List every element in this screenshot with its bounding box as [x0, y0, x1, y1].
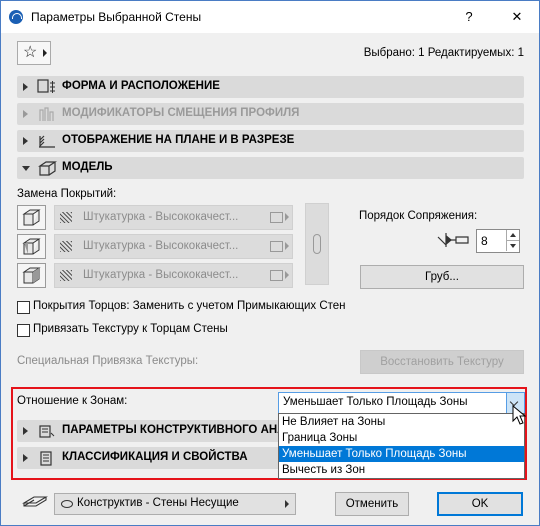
- junction-order-label: Порядок Сопряжения:: [359, 210, 478, 222]
- zone-option-selected[interactable]: Уменьшает Только Площадь Зоны: [279, 446, 524, 462]
- image-icon: [270, 212, 283, 223]
- panel-model[interactable]: МОДЕЛЬ: [17, 157, 524, 179]
- expand-arrow-icon: [23, 137, 28, 145]
- zone-option[interactable]: Не Влияет на Зоны: [279, 414, 524, 430]
- wall-side1-icon: [22, 209, 41, 226]
- zone-option[interactable]: Вычесть из Зон: [279, 462, 524, 478]
- wall-edge-icon: [22, 238, 41, 255]
- wall-side2-icon: [22, 267, 41, 284]
- custom-texture-label: Специальная Привязка Текстуры:: [17, 355, 199, 367]
- zone-option-label: Уменьшает Только Площадь Зоны: [282, 448, 467, 460]
- arrow-right-icon: [43, 49, 47, 57]
- chain-link-toggle[interactable]: [305, 203, 329, 285]
- zone-option[interactable]: Граница Зоны: [279, 430, 524, 446]
- panel-label: МОДЕЛЬ: [62, 161, 113, 173]
- stepper-up-icon[interactable]: [506, 230, 519, 241]
- surface-side1-button[interactable]: [17, 205, 46, 230]
- cancel-button[interactable]: Отменить: [335, 492, 409, 516]
- surface-side2-button[interactable]: [17, 263, 46, 288]
- eye-icon: [61, 500, 73, 508]
- restore-texture-button: Восстановить Текстуру: [360, 350, 524, 374]
- layer-value: Конструктив - Стены Несущие: [77, 497, 239, 509]
- surface-name: Штукатурка - Высококачест...: [83, 211, 239, 223]
- mouse-cursor-icon: [512, 405, 526, 425]
- stepper-down-icon[interactable]: [506, 241, 519, 251]
- surface-edge-picker[interactable]: Штукатурка - Высококачест...: [54, 234, 293, 259]
- zone-relation-dropdown: Не Влияет на Зоны Граница Зоны Уменьшает…: [278, 413, 525, 479]
- expand-arrow-icon: [23, 83, 28, 91]
- bind-texture-checkbox[interactable]: [17, 324, 30, 337]
- surface-name: Штукатурка - Высококачест...: [83, 269, 239, 281]
- image-icon: [270, 270, 283, 281]
- zone-option-label: Вычесть из Зон: [282, 464, 366, 476]
- zone-relation-value: Уменьшает Только Площадь Зоны: [283, 396, 468, 408]
- window-title: Параметры Выбранной Стены: [31, 10, 202, 24]
- hatch-pattern-icon: [60, 241, 72, 252]
- selection-info: Выбрано: 1 Редактируемых: 1: [363, 47, 524, 59]
- panel-label: ФОРМА И РАСПОЛОЖЕНИЕ: [62, 80, 220, 92]
- help-button[interactable]: ?: [459, 7, 479, 27]
- zone-relation-label: Отношение к Зонам:: [17, 395, 128, 407]
- arrow-right-icon: [285, 271, 289, 279]
- arrow-right-icon: [285, 500, 289, 508]
- zone-option-label: Не Влияет на Зоны: [282, 416, 386, 428]
- collapse-arrow-icon: [22, 166, 30, 171]
- title-bar: Параметры Выбранной Стены ? ✕: [1, 1, 539, 33]
- edge-surfaces-checkbox[interactable]: [17, 301, 30, 314]
- zone-option-label: Граница Зоны: [282, 432, 358, 444]
- close-button[interactable]: ✕: [507, 7, 527, 27]
- arrow-right-icon: [285, 213, 289, 221]
- panel-profile-modifiers: МОДИФИКАТОРЫ СМЕЩЕНИЯ ПРОФИЛЯ: [17, 103, 524, 125]
- panel-label: МОДИФИКАТОРЫ СМЕЩЕНИЯ ПРОФИЛЯ: [62, 107, 300, 119]
- override-surfaces-label: Замена Покрытий:: [17, 188, 117, 200]
- junction-order-icon: [437, 233, 469, 247]
- model-box-icon: [38, 161, 57, 176]
- shape-position-icon: [37, 79, 55, 93]
- hatch-pattern-icon: [60, 212, 72, 223]
- hatch-pattern-icon: [60, 270, 72, 281]
- layer-icon: [22, 496, 48, 507]
- archicad-app-icon: [9, 10, 23, 24]
- star-icon: ☆: [23, 44, 38, 61]
- rough-button[interactable]: Груб...: [360, 265, 524, 289]
- chain-icon: [313, 234, 321, 254]
- panel-floor-plan-section[interactable]: ОТОБРАЖЕНИЕ НА ПЛАНЕ И В РАЗРЕЗЕ: [17, 130, 524, 152]
- profile-modifier-icon: [39, 107, 54, 121]
- surface-name: Штукатурка - Высококачест...: [83, 240, 239, 252]
- expand-arrow-icon: [23, 110, 28, 118]
- arrow-right-icon: [285, 242, 289, 250]
- junction-order-value: 8: [481, 234, 488, 248]
- layer-select[interactable]: Конструктив - Стены Несущие: [54, 493, 296, 515]
- edge-surfaces-label: Покрытия Торцов: Заменить с учетом Примы…: [33, 300, 346, 312]
- floor-plan-icon: [39, 135, 55, 148]
- panel-label: ОТОБРАЖЕНИЕ НА ПЛАНЕ И В РАЗРЕЗЕ: [62, 134, 295, 146]
- favorites-button[interactable]: ☆: [17, 41, 51, 65]
- panel-shape-position[interactable]: ФОРМА И РАСПОЛОЖЕНИЕ: [17, 76, 524, 98]
- surface-side1-picker[interactable]: Штукатурка - Высококачест...: [54, 205, 293, 230]
- ok-button[interactable]: OK: [437, 492, 523, 516]
- image-icon: [270, 241, 283, 252]
- junction-order-stepper[interactable]: 8: [476, 229, 520, 253]
- surface-edge-button[interactable]: [17, 234, 46, 259]
- zone-relation-select[interactable]: Уменьшает Только Площадь Зоны: [278, 392, 525, 415]
- surface-side2-picker[interactable]: Штукатурка - Высококачест...: [54, 263, 293, 288]
- bind-texture-label: Привязать Текстуру к Торцам Стены: [33, 323, 228, 335]
